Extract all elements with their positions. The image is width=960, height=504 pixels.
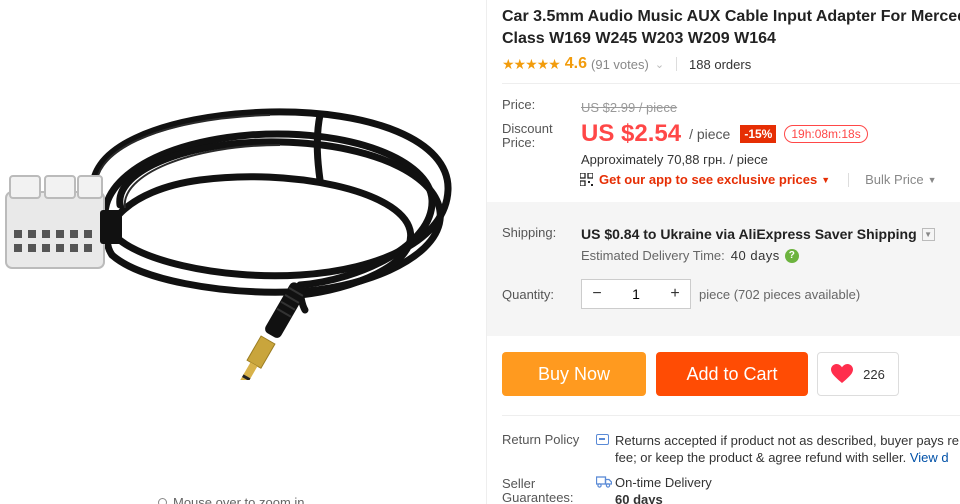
caret-down-icon[interactable]: ▼ <box>928 175 937 185</box>
seller-guarantees-label: Seller Guarantees: <box>502 476 574 504</box>
original-price: US $2.99 / piece <box>581 100 678 115</box>
wish-count: 226 <box>863 366 885 382</box>
product-title: Car 3.5mm Audio Music AUX Cable Input Ad… <box>502 8 960 47</box>
product-info: Car 3.5mm Audio Music AUX Cable Input Ad… <box>487 0 960 504</box>
wishlist-button[interactable]: 226 <box>817 352 899 396</box>
get-app-link[interactable]: Get our app to see exclusive prices <box>599 172 817 187</box>
buy-now-button[interactable]: Buy Now <box>502 352 646 396</box>
price-row: US $2.54 / piece -15% 19h:08m:18s <box>581 120 868 148</box>
divider <box>676 57 678 71</box>
shipping-option[interactable]: US $0.84 to Ukraine via AliExpress Saver… <box>581 226 935 242</box>
product-image[interactable] <box>0 80 486 380</box>
quantity-plus-button[interactable]: + <box>660 280 690 308</box>
return-policy-label: Return Policy <box>502 432 580 447</box>
heart-icon <box>831 364 854 383</box>
divider <box>848 172 850 187</box>
product-gallery: Mouse over to zoom in <box>0 0 486 504</box>
orders-count: 188 orders <box>689 56 752 72</box>
divider <box>502 415 960 416</box>
quantity-input[interactable] <box>612 280 660 308</box>
caret-down-icon[interactable]: ▼ <box>821 175 830 185</box>
chevron-down-icon[interactable]: ▼ <box>921 227 935 241</box>
current-price: US $2.54 <box>581 120 682 147</box>
return-policy-text: Returns accepted if product not as descr… <box>615 433 959 465</box>
view-details-link[interactable]: View d <box>910 450 949 465</box>
quantity-minus-button[interactable]: − <box>582 280 612 308</box>
seller-guarantee-text: On-time Delivery 60 days <box>615 475 712 504</box>
delivery-time: Estimated Delivery Time: 40 days ? <box>581 248 799 263</box>
votes-link[interactable]: (91 votes) <box>591 57 649 72</box>
discount-price-label: Discount Price: <box>502 121 553 150</box>
divider <box>502 83 960 84</box>
magnifier-icon <box>158 498 167 504</box>
zoom-hint: Mouse over to zoom in <box>158 495 305 504</box>
return-policy-icon <box>596 434 609 445</box>
price-label: Price: <box>502 97 536 112</box>
quantity-label: Quantity: <box>502 287 555 302</box>
price-unit: / piece <box>689 126 731 142</box>
help-icon[interactable]: ? <box>784 248 799 263</box>
qr-code-icon <box>580 173 593 186</box>
quantity-stepper: − + <box>581 279 691 309</box>
discount-badge: -15% <box>740 125 777 143</box>
shipping-section <box>487 202 960 336</box>
add-to-cart-button[interactable]: Add to Cart <box>656 352 808 396</box>
approx-local-price: Approximately 70,88 грн. / piece <box>581 152 768 167</box>
shipping-label: Shipping: <box>502 225 557 240</box>
star-rating-icon: ★★★★★ <box>502 55 561 72</box>
rating-row: ★★★★★ 4.6 (91 votes) ⌄ 188 orders <box>502 54 751 74</box>
bulk-price-dropdown[interactable]: Bulk Price <box>865 172 924 187</box>
rating-score: 4.6 <box>564 55 588 72</box>
delivery-truck-icon <box>596 476 612 488</box>
quantity-availability: piece (702 pieces available) <box>699 287 861 302</box>
chevron-down-icon[interactable]: ⌄ <box>655 58 664 71</box>
countdown-timer: 19h:08m:18s <box>784 125 868 143</box>
app-promo-row: Get our app to see exclusive prices ▼ Bu… <box>580 172 937 187</box>
